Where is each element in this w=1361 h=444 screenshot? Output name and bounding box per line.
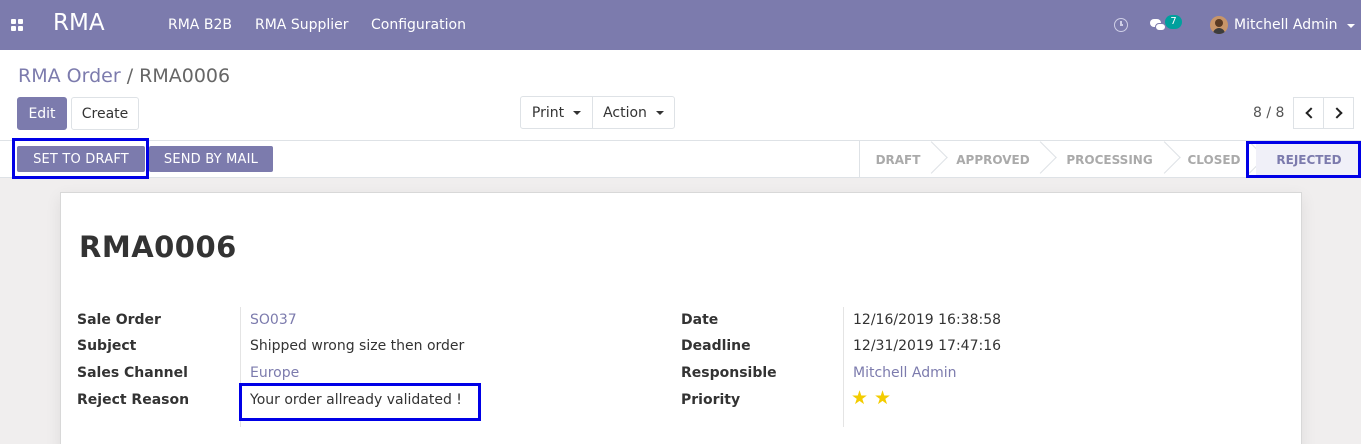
label-responsible: Responsible [681,365,777,381]
chevron-left-icon [1305,107,1317,119]
send-by-mail-button[interactable]: SEND BY MAIL [149,146,273,172]
print-label: Print [531,104,565,121]
label-deadline: Deadline [681,338,751,354]
star-icon[interactable]: ★ [851,389,868,408]
chevron-right-icon [1331,107,1343,119]
label-sale-order: Sale Order [77,312,161,328]
field-separator [843,307,844,427]
label-priority: Priority [681,392,741,408]
app-title: RMA [53,10,105,36]
apps-grid-icon[interactable] [11,19,24,32]
stage-bar: DRAFT APPROVED PROCESSING CLOSED REJECTE… [859,141,1361,178]
highlight-reject-reason [239,383,481,421]
menu-rma-supplier[interactable]: RMA Supplier [255,17,349,33]
pager-value[interactable]: 8 / 8 [1253,105,1284,121]
pager-previous-button[interactable] [1293,97,1324,129]
create-button[interactable]: Create [71,97,139,130]
value-sales-channel[interactable]: Europe [250,365,299,381]
value-date[interactable]: 12/16/2019 16:38:58 [853,312,1001,328]
label-sales-channel: Sales Channel [77,365,188,381]
label-date: Date [681,312,719,328]
value-responsible[interactable]: Mitchell Admin [853,365,957,381]
user-menu[interactable]: Mitchell Admin [1234,17,1338,33]
value-deadline[interactable]: 12/31/2019 17:47:16 [853,338,1001,354]
label-subject: Subject [77,338,137,354]
breadcrumb-separator: / [126,65,134,87]
record-title: RMA0006 [79,230,237,264]
breadcrumb-parent[interactable]: RMA Order [18,65,121,87]
highlight-set-to-draft [12,138,149,179]
avatar[interactable] [1210,16,1228,34]
edit-button[interactable]: Edit [17,97,67,130]
user-menu-caret-icon[interactable] [1347,24,1355,28]
value-sale-order[interactable]: SO037 [250,312,297,328]
control-panel [0,50,1361,141]
clock-icon[interactable] [1114,18,1128,32]
chevron-down-icon [573,110,582,115]
chevron-down-icon [655,110,664,115]
breadcrumb: RMA Order / RMA0006 [18,65,230,87]
highlight-rejected-stage [1246,141,1361,178]
breadcrumb-current: RMA0006 [139,65,231,87]
value-subject[interactable]: Shipped wrong size then order [250,338,464,354]
menu-rma-b2b[interactable]: RMA B2B [168,17,232,33]
action-dropdown[interactable]: Action [592,96,675,129]
top-navbar: RMA RMA B2B RMA Supplier Configuration 7… [0,0,1361,50]
label-reject-reason: Reject Reason [77,392,190,408]
action-label: Action [603,104,647,121]
pager-next-button[interactable] [1323,97,1354,129]
chat-count-badge: 7 [1165,15,1182,29]
menu-configuration[interactable]: Configuration [371,17,466,33]
star-icon[interactable]: ★ [874,389,891,408]
print-dropdown[interactable]: Print [520,96,593,129]
